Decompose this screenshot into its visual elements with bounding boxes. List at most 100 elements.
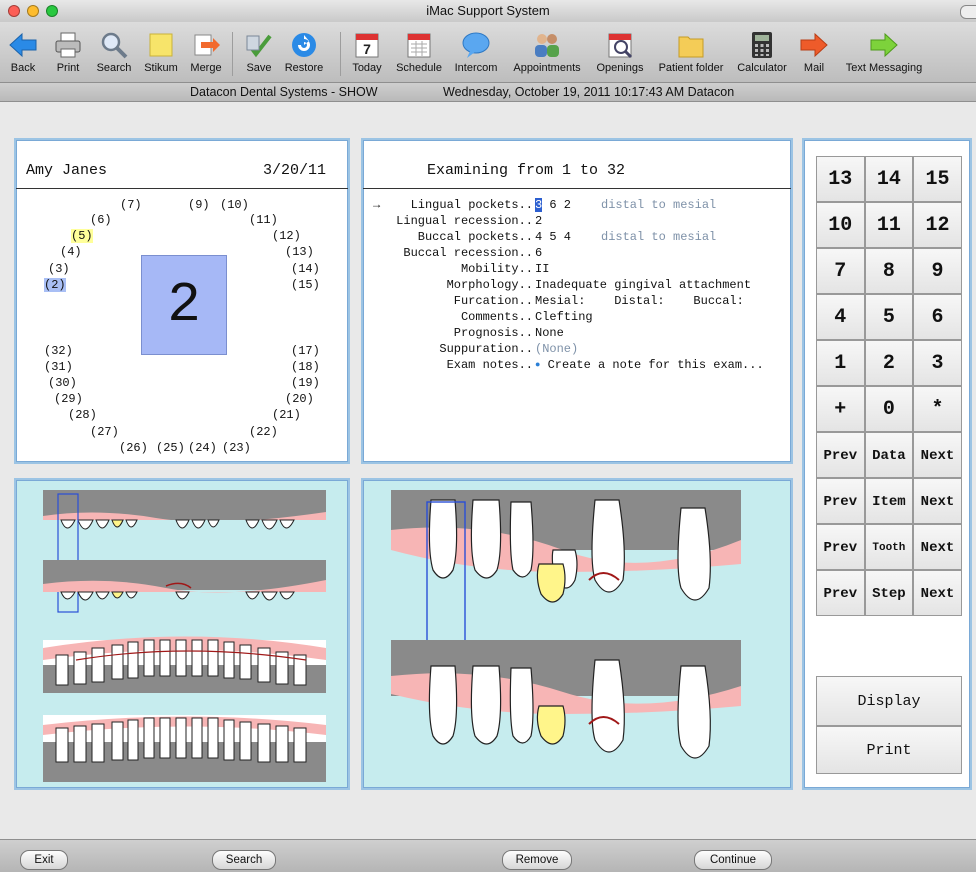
patient-folder-button[interactable]: Patient folder — [652, 22, 730, 82]
tooth-12[interactable]: (12) — [272, 229, 301, 243]
key-3[interactable]: 3 — [913, 340, 962, 386]
mail-button[interactable]: Mail — [797, 22, 831, 82]
nav-item-label[interactable]: Item — [864, 478, 914, 524]
exit-button[interactable]: Exit — [20, 850, 68, 870]
appointments-button[interactable]: Appointments — [507, 22, 587, 82]
tooth-13[interactable]: (13) — [285, 245, 314, 259]
nav-item-next-button[interactable]: Next — [913, 478, 962, 524]
tooth-23[interactable]: (23) — [222, 441, 251, 455]
toolbar-toggle-button[interactable] — [960, 5, 976, 19]
tooth-21[interactable]: (21) — [272, 408, 301, 422]
zoom-window-button[interactable] — [46, 5, 58, 17]
print-button[interactable]: Print — [48, 22, 88, 82]
nav-tooth-next-button[interactable]: Next — [913, 524, 962, 570]
key-13[interactable]: 13 — [816, 156, 865, 202]
key-8[interactable]: 8 — [864, 248, 914, 294]
mail-arrow-icon — [800, 32, 828, 58]
stikum-button[interactable]: Stikum — [139, 22, 183, 82]
tooth-18[interactable]: (18) — [291, 360, 320, 374]
exam-row-lingual-recession[interactable]: Lingual recession.. 2 — [363, 214, 783, 230]
text-messaging-button[interactable]: Text Messaging — [836, 22, 932, 82]
nav-step-next-button[interactable]: Next — [913, 570, 962, 616]
schedule-button[interactable]: Schedule — [392, 22, 446, 82]
key-10[interactable]: 10 — [816, 202, 865, 248]
tooth-11[interactable]: (11) — [249, 213, 278, 227]
nav-data-label[interactable]: Data — [864, 432, 914, 478]
tooth-20[interactable]: (20) — [285, 392, 314, 406]
tooth-29[interactable]: (29) — [54, 392, 83, 406]
exam-row-mobility[interactable]: Mobility.. II — [363, 262, 783, 278]
search-button[interactable]: Search — [212, 850, 276, 870]
key-7[interactable]: 7 — [816, 248, 865, 294]
back-arrow-icon — [9, 32, 37, 58]
tooth-9[interactable]: (9) — [188, 198, 210, 212]
tooth-32[interactable]: (32) — [44, 344, 73, 358]
key-5[interactable]: 5 — [864, 294, 914, 340]
tooth-10[interactable]: (10) — [220, 198, 249, 212]
tooth-28[interactable]: (28) — [68, 408, 97, 422]
exam-row-suppuration[interactable]: Suppuration.. (None) — [363, 342, 783, 358]
exam-row-comments[interactable]: Comments.. Clefting — [363, 310, 783, 326]
tooth-7[interactable]: (7) — [120, 198, 142, 212]
nav-data-next-button[interactable]: Next — [913, 432, 962, 478]
key-6[interactable]: 6 — [913, 294, 962, 340]
tooth-17[interactable]: (17) — [291, 344, 320, 358]
key-0[interactable]: 0 — [864, 386, 914, 432]
nav-step-prev-button[interactable]: Prev — [816, 570, 865, 616]
exam-row-buccal-recession[interactable]: Buccal recession.. 6 — [363, 246, 783, 262]
key-2[interactable]: 2 — [864, 340, 914, 386]
minimize-window-button[interactable] — [27, 5, 39, 17]
tooth-4[interactable]: (4) — [60, 245, 82, 259]
key-1[interactable]: 1 — [816, 340, 865, 386]
exam-row-lingual-pockets[interactable]: → Lingual pockets.. 3 6 2 distal to mesi… — [363, 198, 783, 214]
key-14[interactable]: 14 — [864, 156, 914, 202]
tooth-31[interactable]: (31) — [44, 360, 73, 374]
tooth-24[interactable]: (24) — [188, 441, 217, 455]
tooth-25[interactable]: (25) — [156, 441, 185, 455]
tooth-22[interactable]: (22) — [249, 425, 278, 439]
key-plus[interactable]: + — [816, 386, 865, 432]
key-4[interactable]: 4 — [816, 294, 865, 340]
tooth-3[interactable]: (3) — [48, 262, 70, 276]
close-window-button[interactable] — [8, 5, 20, 17]
tooth-5[interactable]: (5) — [71, 229, 93, 243]
nav-data-prev-button[interactable]: Prev — [816, 432, 865, 478]
restore-button[interactable]: Restore — [282, 22, 326, 82]
key-15[interactable]: 15 — [913, 156, 962, 202]
search-toolbar-button[interactable]: Search — [92, 22, 136, 82]
remove-button[interactable]: Remove — [502, 850, 572, 870]
tooth-19[interactable]: (19) — [291, 376, 320, 390]
save-button[interactable]: Save — [240, 22, 278, 82]
exam-row-exam-notes[interactable]: Exam notes.. ● Create a note for this ex… — [363, 358, 783, 374]
nav-step-label[interactable]: Step — [864, 570, 914, 616]
key-12[interactable]: 12 — [913, 202, 962, 248]
key-asterisk[interactable]: * — [913, 386, 962, 432]
merge-button[interactable]: Merge — [186, 22, 226, 82]
exam-row-buccal-pockets[interactable]: Buccal pockets.. 4 5 4 distal to mesial — [363, 230, 783, 246]
tooth-6[interactable]: (6) — [90, 213, 112, 227]
openings-button[interactable]: Openings — [590, 22, 650, 82]
exam-row-furcation[interactable]: Furcation.. Mesial: Distal: Buccal: — [363, 294, 783, 310]
tooth-14[interactable]: (14) — [291, 262, 320, 276]
key-11[interactable]: 11 — [864, 202, 914, 248]
intercom-button[interactable]: Intercom — [449, 22, 503, 82]
back-button[interactable]: Back — [4, 22, 42, 82]
tooth-15[interactable]: (15) — [291, 278, 320, 292]
continue-button[interactable]: Continue — [694, 850, 772, 870]
today-button[interactable]: 7 Today — [347, 22, 387, 82]
tooth-27[interactable]: (27) — [90, 425, 119, 439]
exam-row-morphology[interactable]: Morphology.. Inadequate gingival attachm… — [363, 278, 783, 294]
print-chart-button[interactable]: Print — [816, 726, 962, 774]
company-label: Datacon Dental Systems - SHOW — [190, 85, 378, 99]
nav-item-prev-button[interactable]: Prev — [816, 478, 865, 524]
tooth-26[interactable]: (26) — [119, 441, 148, 455]
nav-tooth-prev-button[interactable]: Prev — [816, 524, 865, 570]
key-9[interactable]: 9 — [913, 248, 962, 294]
calculator-button[interactable]: Calculator — [732, 22, 792, 82]
exam-note-link[interactable]: Create a note for this exam... — [548, 358, 764, 372]
exam-row-prognosis[interactable]: Prognosis.. None — [363, 326, 783, 342]
tooth-30[interactable]: (30) — [48, 376, 77, 390]
display-button[interactable]: Display — [816, 676, 962, 726]
tooth-2[interactable]: (2) — [44, 278, 66, 292]
nav-tooth-label[interactable]: Tooth — [864, 524, 914, 570]
